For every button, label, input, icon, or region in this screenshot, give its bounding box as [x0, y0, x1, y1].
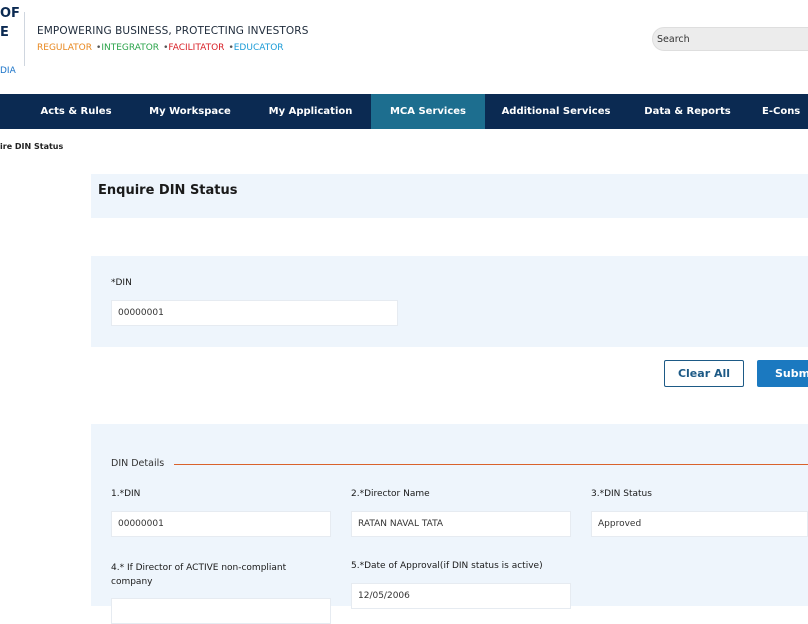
- logo-text-line2: E: [0, 25, 9, 40]
- nav-item-additional-services[interactable]: Additional Services: [497, 94, 615, 129]
- clear-all-button[interactable]: Clear All: [664, 360, 744, 387]
- non-compliant-label-line1: 4.* If Director of ACTIVE non-compliant: [111, 563, 287, 573]
- main-nav: Acts & Rules My Workspace My Application…: [0, 94, 808, 129]
- search-input[interactable]: Search: [652, 27, 808, 51]
- din-status-field[interactable]: Approved: [591, 511, 808, 537]
- date-of-approval-field[interactable]: 12/05/2006: [351, 583, 571, 609]
- logo-divider: [24, 12, 25, 66]
- role-facilitator: FACILITATOR: [168, 43, 225, 53]
- director-name-field[interactable]: RATAN NAVAL TATA: [351, 511, 571, 537]
- nav-item-data-reports[interactable]: Data & Reports: [635, 94, 740, 129]
- din-status-label: 3.*DIN Status: [591, 489, 652, 499]
- role-educator: EDUCATOR: [233, 43, 284, 53]
- din-detail-field[interactable]: 00000001: [111, 511, 331, 537]
- nav-item-my-application[interactable]: My Application: [258, 94, 363, 129]
- din-details-heading: DIN Details: [111, 458, 165, 469]
- nav-item-acts-rules[interactable]: Acts & Rules: [30, 94, 122, 129]
- tagline: EMPOWERING BUSINESS, PROTECTING INVESTOR…: [37, 25, 309, 37]
- din-input[interactable]: 00000001: [111, 300, 398, 326]
- non-compliant-field[interactable]: [111, 598, 331, 624]
- date-of-approval-label: 5.*Date of Approval(if DIN status is act…: [351, 561, 543, 571]
- din-label: *DIN: [111, 278, 132, 288]
- non-compliant-label-line2: company: [111, 577, 153, 587]
- logo-text-line1: OF: [0, 6, 20, 21]
- section-divider: [174, 464, 808, 465]
- nav-item-my-workspace[interactable]: My Workspace: [140, 94, 240, 129]
- role-regulator: REGULATOR: [37, 43, 93, 53]
- nav-item-mca-services[interactable]: MCA Services: [371, 94, 485, 129]
- din-detail-label: 1.*DIN: [111, 489, 141, 499]
- logo: OF E DIA: [0, 0, 22, 80]
- submit-button[interactable]: Submi: [757, 360, 808, 387]
- logo-text-line3: DIA: [0, 66, 16, 76]
- page-title: Enquire DIN Status: [98, 183, 238, 198]
- breadcrumb[interactable]: ire DIN Status: [0, 142, 63, 151]
- non-compliant-label: 4.* If Director of ACTIVE non-compliant …: [111, 561, 286, 589]
- nav-item-e-consultation[interactable]: E-Cons: [762, 94, 808, 129]
- roles-line: REGULATOR •INTEGRATOR •FACILITATOR •EDUCATO…: [37, 43, 284, 53]
- director-name-label: 2.*Director Name: [351, 489, 430, 499]
- role-integrator: INTEGRATOR: [101, 43, 160, 53]
